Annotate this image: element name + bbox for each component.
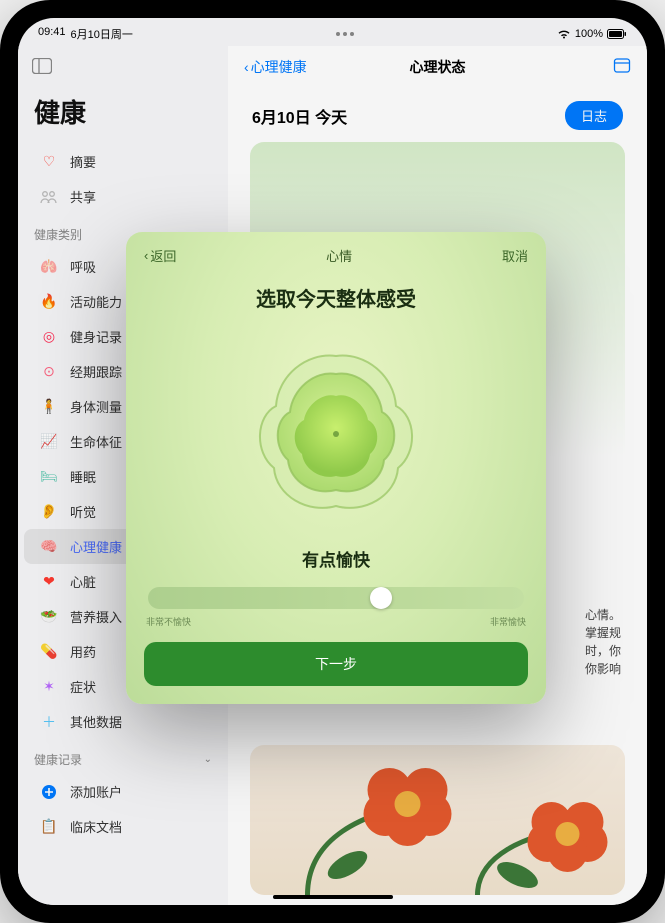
sidebar-item-label: 摘要 xyxy=(70,152,96,171)
sidebar-item-label: 临床文档 xyxy=(70,817,122,836)
log-button[interactable]: 日志 xyxy=(565,101,623,130)
section-label: 健康类别 xyxy=(34,226,82,243)
chevron-left-icon: ‹ xyxy=(244,59,249,75)
sidebar-item-add-account[interactable]: 添加账户 xyxy=(24,774,222,809)
sidebar-item-label: 症状 xyxy=(70,677,96,696)
sidebar-item-label: 用药 xyxy=(70,642,96,661)
sidebar-item-label: 呼吸 xyxy=(70,257,96,276)
sidebar-item-label: 身体测量 xyxy=(70,397,122,416)
body-icon: 🧍 xyxy=(40,398,58,416)
people-icon xyxy=(40,188,58,206)
vitals-icon: 📈 xyxy=(40,433,58,451)
clipboard-icon: 📋 xyxy=(40,818,58,836)
wifi-icon xyxy=(557,29,571,39)
sidebar-item-label: 其他数据 xyxy=(70,712,122,731)
battery-percent: 100% xyxy=(575,28,603,40)
mood-log-modal: ‹ 返回 心情 取消 选取今天整体感受 xyxy=(126,232,546,704)
multitasking-dots-icon[interactable] xyxy=(336,32,354,36)
chevron-left-icon: ‹ xyxy=(144,248,148,263)
plus-icon: ＋ xyxy=(40,713,58,731)
section-health-records[interactable]: 健康记录 ⌄ xyxy=(18,739,228,774)
sidebar-item-label: 添加账户 xyxy=(70,782,122,801)
ear-icon: 👂 xyxy=(40,503,58,521)
modal-prompt: 选取今天整体感受 xyxy=(144,283,528,312)
slider-max-label: 非常愉快 xyxy=(490,615,526,628)
next-button[interactable]: 下一步 xyxy=(144,642,528,686)
heart-outline-icon: ♡ xyxy=(40,153,58,171)
plus-circle-icon xyxy=(40,783,58,801)
sidebar-item-label: 共享 xyxy=(70,187,96,206)
brain-icon: 🧠 xyxy=(40,538,58,556)
date-heading: 6月10日 今天 xyxy=(252,104,347,128)
sidebar-item-clinical-docs[interactable]: 📋 临床文档 xyxy=(24,809,222,844)
slider-thumb[interactable] xyxy=(370,587,392,609)
pill-icon: 💊 xyxy=(40,643,58,661)
sidebar-item-label: 生命体征 xyxy=(70,432,122,451)
sidebar-item-label: 心理健康 xyxy=(70,537,122,556)
mood-graphic xyxy=(144,322,528,546)
sidebar-item-label: 经期跟踪 xyxy=(70,362,122,381)
modal-cancel-button[interactable]: 取消 xyxy=(502,246,528,265)
slider-track xyxy=(148,587,524,609)
calendar-icon[interactable] xyxy=(613,56,631,77)
flame-icon: 🔥 xyxy=(40,293,58,311)
mood-value-label: 有点愉快 xyxy=(144,546,528,571)
slider-min-label: 非常不愉快 xyxy=(146,615,191,628)
sidebar-item-label: 睡眠 xyxy=(70,467,96,486)
page-title: 心理状态 xyxy=(410,57,466,77)
sidebar-item-other[interactable]: ＋ 其他数据 xyxy=(24,704,222,739)
sidebar-item-label: 心脏 xyxy=(70,572,96,591)
nutrition-icon: 🥗 xyxy=(40,608,58,626)
status-bar: 09:41 6月10日周一 100% xyxy=(18,18,647,46)
modal-back-button[interactable]: ‹ 返回 xyxy=(144,246,176,265)
section-label: 健康记录 xyxy=(34,751,82,768)
bed-icon: 🛏 xyxy=(40,468,58,486)
sidebar-toggle-icon[interactable] xyxy=(32,58,214,79)
status-date: 6月10日周一 xyxy=(71,26,133,42)
lungs-icon: 🫁 xyxy=(40,258,58,276)
home-indicator[interactable] xyxy=(273,895,393,899)
article-illustration xyxy=(250,745,625,895)
symptoms-icon: ✶ xyxy=(40,678,58,696)
chevron-down-icon: ⌄ xyxy=(204,754,212,765)
fitness-rings-icon: ◎ xyxy=(40,328,58,346)
sidebar-item-summary[interactable]: ♡ 摘要 xyxy=(24,144,222,179)
modal-title: 心情 xyxy=(326,246,352,265)
main-nav: ‹ 心理健康 心理状态 xyxy=(228,46,647,83)
sidebar-item-sharing[interactable]: 共享 xyxy=(24,179,222,214)
app-title: 健康 xyxy=(18,89,228,144)
cycle-icon: ⊙ xyxy=(40,363,58,381)
sidebar-item-label: 健身记录 xyxy=(70,327,122,346)
nav-back-label: 心理健康 xyxy=(251,57,307,77)
nav-back-button[interactable]: ‹ 心理健康 xyxy=(244,57,307,77)
status-time: 09:41 xyxy=(38,26,66,42)
heart-icon: ❤ xyxy=(40,573,58,591)
sidebar-item-label: 活动能力 xyxy=(70,292,122,311)
mood-slider[interactable] xyxy=(148,587,524,609)
modal-back-label: 返回 xyxy=(150,246,176,265)
sidebar-item-label: 听觉 xyxy=(70,502,96,521)
info-text: 心情。 掌握规 时，你 你影响 xyxy=(585,606,621,678)
battery-icon xyxy=(607,29,627,39)
sidebar-item-label: 营养摄入 xyxy=(70,607,122,626)
